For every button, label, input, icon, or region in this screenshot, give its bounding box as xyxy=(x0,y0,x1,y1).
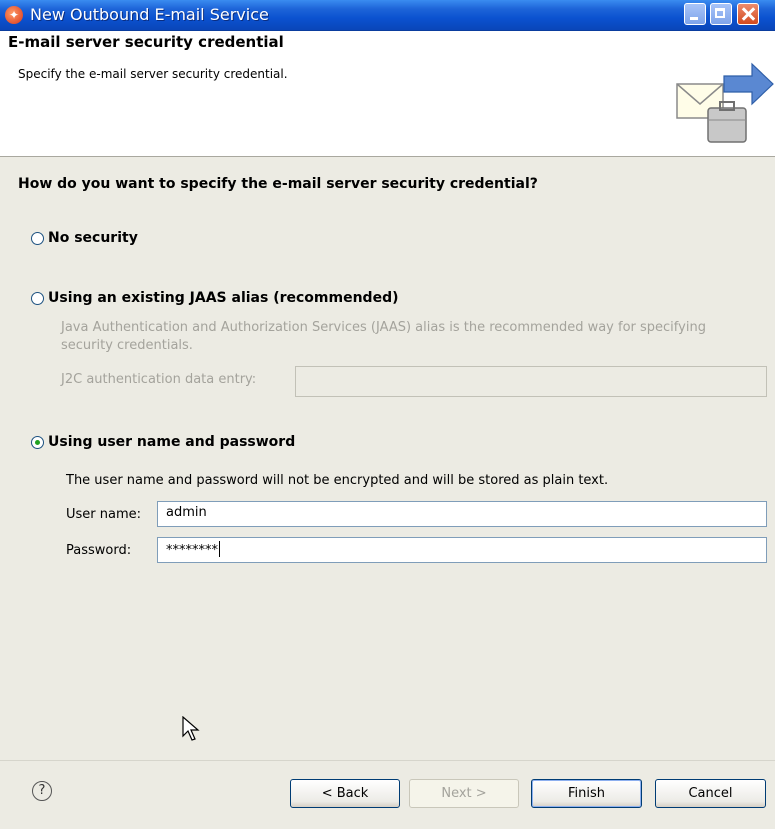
app-icon: ✦ xyxy=(5,6,23,24)
radio-no-security[interactable]: No security xyxy=(31,230,138,246)
radio-label: Using an existing JAAS alias (recommende… xyxy=(48,290,399,306)
wizard-banner: E-mail server security credential Specif… xyxy=(0,31,775,157)
password-value: ******** xyxy=(166,543,218,558)
plaintext-warning: The user name and password will not be e… xyxy=(66,473,609,488)
back-button[interactable]: < Back xyxy=(290,779,400,808)
question-label: How do you want to specify the e-mail se… xyxy=(18,176,538,192)
radio-button[interactable] xyxy=(31,231,44,245)
radio-button[interactable] xyxy=(31,435,44,449)
finish-button[interactable]: Finish xyxy=(531,779,642,808)
page-title: E-mail server security credential xyxy=(8,33,284,51)
text-caret xyxy=(219,541,220,557)
radio-label: No security xyxy=(48,230,138,246)
maximize-button[interactable] xyxy=(710,3,732,25)
password-label: Password: xyxy=(66,543,132,558)
radio-jaas-alias[interactable]: Using an existing JAAS alias (recommende… xyxy=(31,290,399,306)
mouse-pointer-icon xyxy=(182,716,200,741)
j2c-input[interactable] xyxy=(295,366,767,397)
title-bar[interactable]: ✦ New Outbound E-mail Service xyxy=(0,0,775,31)
radio-username-password[interactable]: Using user name and password xyxy=(31,434,295,450)
email-service-icon xyxy=(676,62,774,143)
j2c-label: J2C authentication data entry: xyxy=(61,372,257,387)
next-button[interactable]: Next > xyxy=(409,779,519,808)
dialog-window: ✦ New Outbound E-mail Service E-mail ser… xyxy=(0,0,775,829)
username-input[interactable]: admin xyxy=(157,501,767,527)
minimize-button[interactable] xyxy=(684,3,706,25)
cancel-button[interactable]: Cancel xyxy=(655,779,766,808)
radio-button[interactable] xyxy=(31,291,44,305)
window-title: New Outbound E-mail Service xyxy=(30,5,269,24)
footer-separator xyxy=(0,760,775,761)
username-label: User name: xyxy=(66,507,142,522)
help-icon[interactable]: ? xyxy=(32,781,52,801)
page-description: Specify the e-mail server security crede… xyxy=(18,67,288,81)
password-input[interactable]: ******** xyxy=(157,537,767,563)
jaas-description: Java Authentication and Authorization Se… xyxy=(61,320,706,353)
close-button[interactable] xyxy=(737,3,759,25)
radio-label: Using user name and password xyxy=(48,434,296,450)
